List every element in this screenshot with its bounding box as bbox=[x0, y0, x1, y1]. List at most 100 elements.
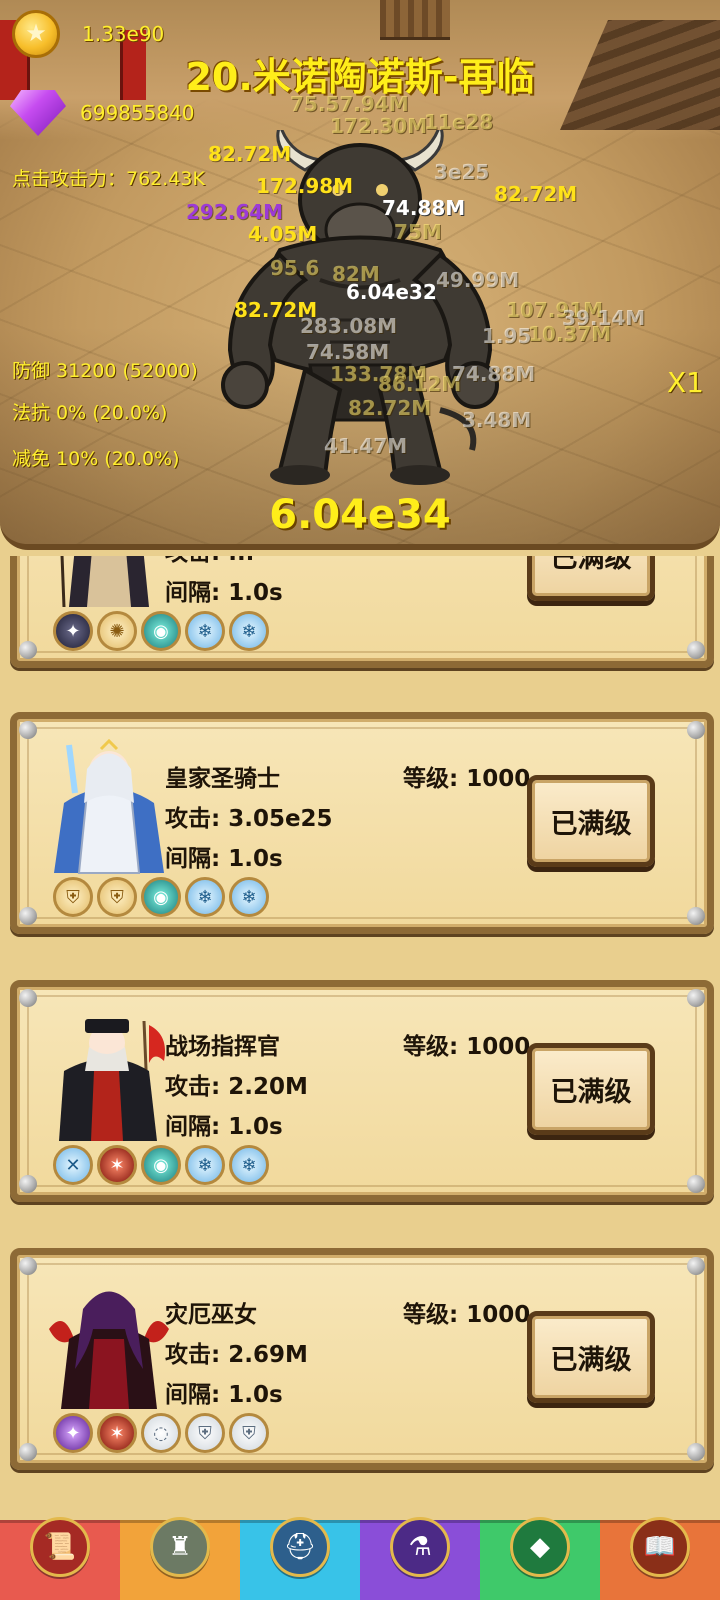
damage-number: 86.12M bbox=[378, 372, 462, 396]
skill-icon[interactable]: ✺ bbox=[97, 611, 137, 651]
book-icon[interactable]: 📖 bbox=[630, 1517, 690, 1577]
rivet bbox=[19, 1257, 37, 1275]
skill-icon[interactable]: ❄ bbox=[185, 877, 225, 917]
skill-icon[interactable]: ⛨ bbox=[53, 877, 93, 917]
hero-level: 等级: 1000 bbox=[403, 766, 531, 792]
hero-attack: 攻击: 2.20M bbox=[165, 1074, 308, 1100]
potion-icon[interactable]: ⚗ bbox=[390, 1517, 450, 1577]
damage-number: 6.04e32 bbox=[346, 280, 437, 304]
hero-portrait bbox=[54, 738, 164, 874]
skill-icon[interactable]: ⛨ bbox=[185, 1413, 225, 1453]
damage-number: 1.95 bbox=[482, 324, 532, 348]
hero-name: 皇家圣骑士 bbox=[165, 766, 280, 792]
rivet bbox=[19, 641, 37, 659]
damage-number: 172.30M bbox=[330, 114, 428, 138]
rivet bbox=[687, 1175, 705, 1193]
skill-row: ✕ ✶ ◉ ❄ ❄ bbox=[53, 1145, 273, 1185]
skill-icon[interactable]: ❄ bbox=[229, 611, 269, 651]
nav-tab-helmet[interactable]: ⛑ bbox=[240, 1517, 360, 1600]
damage-number: 82.72M bbox=[348, 396, 432, 420]
helmet-icon[interactable]: ⛑ bbox=[270, 1517, 330, 1577]
damage-number: 82.72M bbox=[208, 142, 292, 166]
bottom-nav: 📜 ♜ ⛑ ⚗ ◆ 📖 bbox=[0, 1517, 720, 1600]
hero-interval: 间隔: 1.0s bbox=[165, 580, 283, 606]
skill-icon[interactable]: ✶ bbox=[97, 1145, 137, 1185]
skill-icon[interactable]: ◉ bbox=[141, 611, 181, 651]
hero-attack: 攻击: 2.69M bbox=[165, 1342, 308, 1368]
damage-number: 74.88M bbox=[382, 196, 466, 220]
rivet bbox=[687, 641, 705, 659]
damage-number: 95.6 bbox=[270, 256, 320, 280]
rivet bbox=[687, 721, 705, 739]
hero-portrait bbox=[59, 1019, 165, 1142]
max-level-button[interactable]: 已满级 bbox=[527, 775, 655, 867]
skill-icon[interactable]: ⛨ bbox=[229, 1413, 269, 1453]
skill-icon[interactable]: ✶ bbox=[97, 1413, 137, 1453]
rivet bbox=[687, 907, 705, 925]
skill-icon[interactable]: ✦ bbox=[53, 611, 93, 651]
skill-icon[interactable]: ✦ bbox=[53, 1413, 93, 1453]
magic-resist-stat: 法抗 0% (20.0%) bbox=[12, 402, 168, 424]
damage-reduction-stat: 减免 10% (20.0%) bbox=[12, 448, 180, 470]
skill-row: ⛨ ⛨ ◉ ❄ ❄ bbox=[53, 877, 273, 917]
rivet bbox=[687, 1257, 705, 1275]
skill-icon[interactable]: ❄ bbox=[229, 877, 269, 917]
scroll-icon[interactable]: 📜 bbox=[30, 1517, 90, 1577]
damage-number: 82.72M bbox=[494, 182, 578, 206]
skill-row: ✦ ✶ ◌ ⛨ ⛨ bbox=[53, 1413, 273, 1453]
rivet bbox=[19, 907, 37, 925]
rivet bbox=[19, 1175, 37, 1193]
boss-hp: 6.04e34 bbox=[269, 492, 451, 538]
skill-icon[interactable]: ◌ bbox=[141, 1413, 181, 1453]
hero-interval: 间隔: 1.0s bbox=[165, 846, 283, 872]
skill-row: ✦ ✺ ◉ ❄ ❄ bbox=[53, 611, 273, 651]
treasure-icon[interactable]: ◆ bbox=[510, 1517, 570, 1577]
damage-number: 49.99M bbox=[436, 268, 520, 292]
gem-value: 699855840 bbox=[80, 101, 195, 125]
damage-number: 3e25 bbox=[434, 160, 490, 184]
castle-icon[interactable]: ♜ bbox=[150, 1517, 210, 1577]
hero-attack: 攻击: ... bbox=[165, 556, 254, 567]
speed-toggle-button[interactable]: X1 bbox=[667, 366, 704, 399]
nav-tab-book[interactable]: 📖 bbox=[600, 1517, 720, 1600]
damage-number: 41.47M bbox=[324, 434, 408, 458]
skill-icon[interactable]: ⛨ bbox=[97, 877, 137, 917]
max-level-button[interactable]: 已满级 bbox=[527, 556, 655, 601]
hero-list[interactable]: 攻击: ... 间隔: 1.0s 已满级 ✦ ✺ ◉ ❄ ❄ 皇家圣骑士 等级:… bbox=[0, 556, 720, 1510]
skill-icon[interactable]: ❄ bbox=[229, 1145, 269, 1185]
damage-number: 172.98M bbox=[256, 174, 354, 198]
hero-card: 攻击: ... 间隔: 1.0s 已满级 ✦ ✺ ◉ ❄ ❄ bbox=[10, 556, 714, 668]
nav-tab-treasure[interactable]: ◆ bbox=[480, 1517, 600, 1600]
hero-name: 战场指挥官 bbox=[165, 1034, 280, 1060]
hero-interval: 间隔: 1.0s bbox=[165, 1114, 283, 1140]
max-level-button[interactable]: 已满级 bbox=[527, 1043, 655, 1135]
nav-tab-scroll[interactable]: 📜 bbox=[0, 1517, 120, 1600]
damage-number: 3.48M bbox=[462, 408, 532, 432]
skill-icon[interactable]: ◉ bbox=[141, 1145, 181, 1185]
max-level-button[interactable]: 已满级 bbox=[527, 1311, 655, 1403]
damage-number: 74.58M bbox=[306, 340, 390, 364]
damage-number: 283.08M bbox=[300, 314, 398, 338]
gold-value: 1.33e90 bbox=[82, 22, 165, 46]
hero-card: 战场指挥官 等级: 1000 攻击: 2.20M 间隔: 1.0s 已满级 ✕ … bbox=[10, 980, 714, 1202]
skill-icon[interactable]: ❄ bbox=[185, 611, 225, 651]
damage-number: 11e28 bbox=[424, 110, 494, 134]
hero-interval: 间隔: 1.0s bbox=[165, 1382, 283, 1408]
hero-level: 等级: 1000 bbox=[403, 1302, 531, 1328]
skill-icon[interactable]: ✕ bbox=[53, 1145, 93, 1185]
arena-gate bbox=[380, 0, 450, 40]
damage-number: 75.57.94M bbox=[290, 92, 409, 116]
battle-arena[interactable]: 1.33e90 699855840 20.米诺陶诺斯-再临 点击攻击力：762.… bbox=[0, 0, 720, 550]
skill-icon[interactable]: ◉ bbox=[141, 877, 181, 917]
damage-number: 75M bbox=[394, 220, 442, 244]
rivet bbox=[19, 721, 37, 739]
hero-card: 灾厄巫女 等级: 1000 攻击: 2.69M 间隔: 1.0s 已满级 ✦ ✶… bbox=[10, 1248, 714, 1470]
rivet bbox=[687, 1443, 705, 1461]
rivet bbox=[687, 989, 705, 1007]
rivet bbox=[19, 989, 37, 1007]
nav-tab-potion[interactable]: ⚗ bbox=[360, 1517, 480, 1600]
damage-number: 10.37M bbox=[528, 322, 612, 346]
nav-tab-castle[interactable]: ♜ bbox=[120, 1517, 240, 1600]
skill-icon[interactable]: ❄ bbox=[185, 1145, 225, 1185]
click-attack-stat: 点击攻击力：762.43K bbox=[12, 168, 205, 190]
